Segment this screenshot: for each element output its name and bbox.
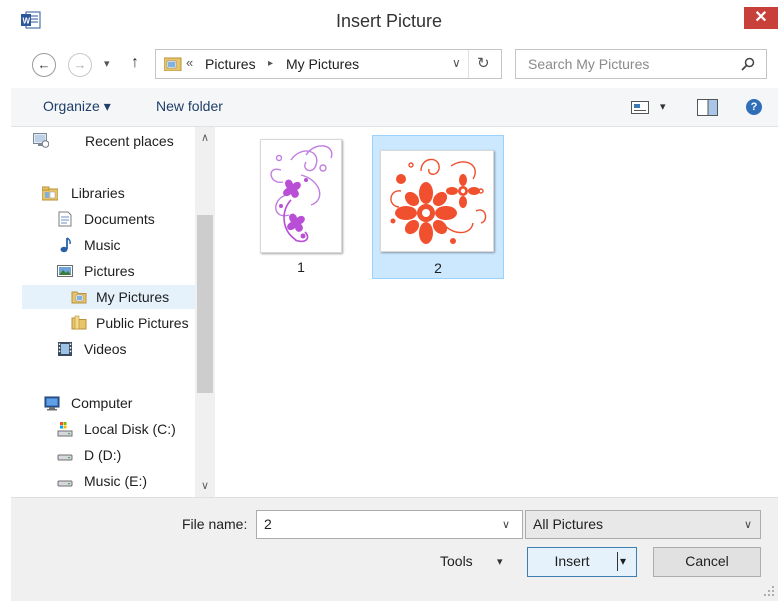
file-name-panel: File name: ∨ All Pictures ∨ Tools ▾ Inse… bbox=[11, 497, 778, 601]
sidebar-item-pictures[interactable]: Pictures bbox=[56, 259, 206, 283]
address-history-dropdown[interactable]: ∨ bbox=[452, 56, 461, 70]
up-arrow-icon[interactable]: ↑ bbox=[131, 54, 139, 72]
folder-icon bbox=[71, 315, 87, 330]
insert-picture-dialog: W Insert Picture ✕ ← → ▾ ↑ « Pictures ▸ … bbox=[0, 0, 778, 601]
address-bar[interactable]: « Pictures ▸ My Pictures ∨ ↻ bbox=[155, 49, 502, 79]
file-type-value[interactable]: All Pictures bbox=[533, 516, 603, 532]
sidebar-item-public-pictures[interactable]: Public Pictures bbox=[71, 311, 211, 335]
navigation-pane-scrollbar[interactable]: ∧ ∨ bbox=[195, 127, 215, 497]
sidebar-item-recent-places[interactable]: Recent places bbox=[33, 129, 206, 153]
command-toolbar: Organize ▾ New folder ▾ ? bbox=[11, 88, 778, 127]
folder-icon bbox=[71, 291, 87, 304]
file-type-select[interactable]: All Pictures ∨ bbox=[525, 510, 761, 539]
recent-locations-dropdown[interactable]: ▾ bbox=[104, 57, 110, 70]
sidebar-item-label: Documents bbox=[84, 211, 155, 227]
sidebar-item-computer[interactable]: Computer bbox=[41, 391, 201, 415]
title-bar: W Insert Picture ✕ bbox=[0, 0, 778, 40]
back-arrow-icon[interactable]: ← bbox=[38, 57, 51, 72]
address-overflow[interactable]: « bbox=[186, 55, 193, 70]
sidebar-item-libraries[interactable]: Libraries bbox=[41, 181, 201, 205]
sidebar-item-label: Music (E:) bbox=[84, 473, 147, 489]
sidebar-item-label: Computer bbox=[71, 395, 133, 411]
new-folder-button[interactable]: New folder bbox=[156, 98, 223, 114]
close-button[interactable]: ✕ bbox=[744, 7, 778, 29]
file-name-dropdown-icon[interactable]: ∨ bbox=[502, 518, 510, 531]
sidebar-item-label: Libraries bbox=[71, 185, 125, 201]
insert-button[interactable]: Insert ▾ bbox=[527, 547, 637, 577]
sidebar-item-label: Music bbox=[84, 237, 121, 253]
breadcrumb-separator-icon[interactable]: ▸ bbox=[268, 58, 273, 69]
organize-button[interactable]: Organize ▾ bbox=[43, 98, 111, 115]
sidebar-item-d-drive[interactable]: D (D:) bbox=[56, 443, 206, 467]
sidebar-item-label: Recent places bbox=[85, 133, 174, 149]
forward-arrow-icon[interactable]: → bbox=[74, 57, 87, 72]
local-disk-icon bbox=[57, 422, 73, 437]
pictures-folder-icon bbox=[164, 57, 182, 71]
sidebar-item-label: My Pictures bbox=[96, 289, 170, 305]
computer-icon bbox=[44, 396, 60, 411]
libraries-icon bbox=[42, 186, 58, 201]
sidebar-item-music-drive[interactable]: Music (E:) bbox=[56, 469, 206, 493]
recent-places-icon bbox=[33, 133, 49, 148]
file-item-1[interactable]: 1 bbox=[251, 137, 351, 277]
help-icon[interactable]: ? bbox=[746, 99, 762, 115]
chevron-down-icon[interactable]: ∨ bbox=[744, 518, 752, 531]
file-name-label: 2 bbox=[434, 260, 442, 276]
search-input[interactable] bbox=[526, 55, 730, 73]
videos-icon bbox=[58, 342, 72, 356]
tools-dropdown-icon[interactable]: ▾ bbox=[497, 555, 503, 568]
documents-icon bbox=[58, 211, 72, 227]
tools-button[interactable]: Tools bbox=[440, 553, 473, 569]
file-list: 1 2 bbox=[215, 127, 778, 497]
breadcrumb-pictures[interactable]: Pictures bbox=[205, 56, 256, 72]
sidebar-item-local-disk[interactable]: Local Disk (C:) bbox=[56, 417, 206, 441]
file-name-field[interactable]: ∨ bbox=[256, 510, 523, 539]
drive-icon bbox=[57, 454, 73, 461]
file-name-label: File name: bbox=[182, 516, 248, 532]
sidebar-item-music[interactable]: Music bbox=[56, 233, 206, 257]
file-item-2[interactable]: 2 bbox=[372, 135, 504, 279]
scroll-up-icon[interactable]: ∧ bbox=[195, 131, 215, 144]
sidebar-item-label: D (D:) bbox=[84, 447, 122, 463]
search-box[interactable] bbox=[515, 49, 767, 79]
navigation-pane: Recent places Libraries Documents Music … bbox=[11, 127, 215, 497]
cancel-button[interactable]: Cancel bbox=[653, 547, 761, 577]
music-icon bbox=[60, 237, 71, 253]
dialog-title: Insert Picture bbox=[335, 11, 443, 31]
file-name-label: 1 bbox=[297, 259, 305, 275]
sidebar-item-documents[interactable]: Documents bbox=[56, 207, 206, 231]
insert-options-dropdown-icon[interactable]: ▾ bbox=[620, 548, 626, 575]
back-button[interactable]: ← bbox=[32, 53, 56, 77]
sidebar-item-label: Public Pictures bbox=[96, 315, 189, 331]
forward-button[interactable]: → bbox=[68, 53, 92, 77]
sidebar-item-label: Local Disk (C:) bbox=[84, 421, 176, 437]
breadcrumb-my-pictures[interactable]: My Pictures bbox=[286, 56, 359, 72]
split-divider bbox=[617, 552, 618, 571]
refresh-icon[interactable]: ↻ bbox=[477, 54, 490, 72]
red-floral-image bbox=[390, 158, 487, 244]
file-thumbnail bbox=[380, 150, 494, 252]
sidebar-item-label: Videos bbox=[84, 341, 127, 357]
scroll-down-icon[interactable]: ∨ bbox=[195, 479, 215, 492]
file-thumbnail bbox=[260, 139, 342, 253]
pictures-icon bbox=[57, 265, 73, 277]
resize-grip-icon[interactable] bbox=[763, 585, 775, 597]
close-icon[interactable]: ✕ bbox=[754, 9, 767, 26]
sidebar-item-label: Pictures bbox=[84, 263, 135, 279]
sidebar-item-my-pictures[interactable]: My Pictures bbox=[22, 285, 206, 309]
preview-pane-icon[interactable] bbox=[697, 99, 718, 116]
file-name-input[interactable] bbox=[262, 515, 486, 533]
address-divider bbox=[468, 50, 469, 78]
insert-button-label[interactable]: Insert bbox=[528, 548, 616, 575]
scroll-thumb[interactable] bbox=[197, 215, 213, 393]
drive-icon bbox=[57, 480, 73, 487]
view-options-dropdown[interactable]: ▾ bbox=[660, 100, 666, 113]
change-view-icon[interactable] bbox=[631, 101, 649, 114]
search-icon[interactable] bbox=[741, 57, 755, 71]
sidebar-item-videos[interactable]: Videos bbox=[56, 337, 206, 361]
purple-floral-image bbox=[270, 145, 333, 243]
